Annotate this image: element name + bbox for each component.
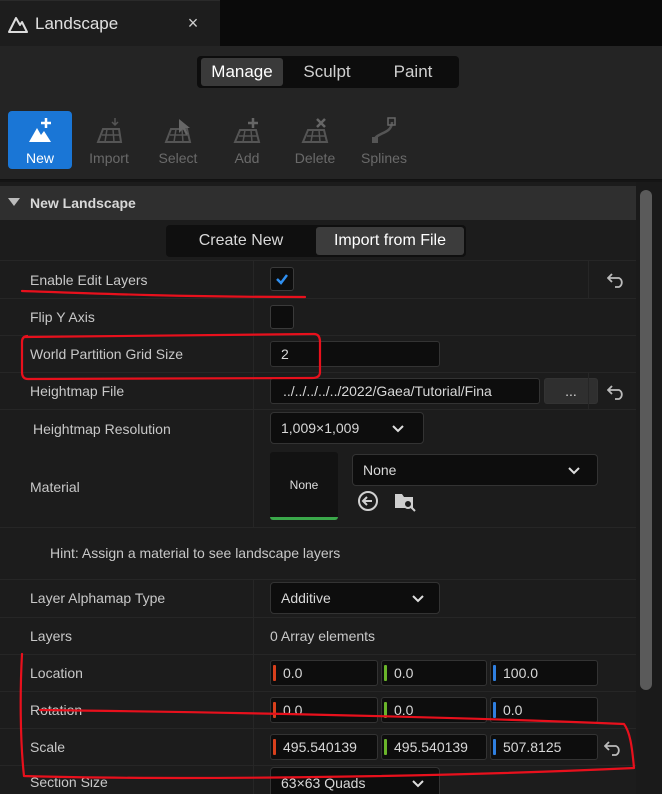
reset-heightmap-file[interactable] xyxy=(588,373,636,409)
enable-edit-layers-checkbox[interactable] xyxy=(270,267,294,291)
chevron-down-icon xyxy=(392,425,404,433)
tool-splines[interactable]: Splines xyxy=(352,111,416,169)
mode-paint[interactable]: Paint xyxy=(371,58,455,86)
scale-z-input[interactable]: 507.8125 xyxy=(490,734,598,760)
location-z-input[interactable]: 100.0 xyxy=(490,660,598,686)
layer-alphamap-type-dropdown[interactable]: Additive xyxy=(270,582,440,614)
reset-arrow-icon xyxy=(604,741,620,756)
source-toggle: Create New Import from File xyxy=(166,225,466,257)
reset-arrow-icon xyxy=(607,273,623,288)
row-section-size: Section Size 63×63 Quads xyxy=(0,765,636,794)
heightmap-resolution-value: 1,009×1,009 xyxy=(281,420,360,436)
material-value: None xyxy=(363,462,397,478)
create-new-button[interactable]: Create New xyxy=(168,227,314,255)
heightmap-file-path-input[interactable]: ../../../../../2022/Gaea/Tutorial/Fina xyxy=(270,378,540,404)
tool-import[interactable]: Import xyxy=(77,111,141,169)
enable-edit-layers-label: Enable Edit Layers xyxy=(30,272,148,288)
row-location: Location 0.0 0.0 100.0 xyxy=(0,654,636,691)
tool-new-label: New xyxy=(25,150,54,166)
world-partition-grid-size-input[interactable]: 2 xyxy=(270,341,440,367)
row-rotation: Rotation 0.0 0.0 0.0 xyxy=(0,691,636,728)
location-x-input[interactable]: 0.0 xyxy=(270,660,378,686)
mode-selector: Manage Sculpt Paint xyxy=(197,56,459,88)
rotation-z-input[interactable]: 0.0 xyxy=(490,697,598,723)
browse-asset-icon[interactable] xyxy=(393,489,417,513)
reset-enable-edit-layers[interactable] xyxy=(588,261,636,298)
use-selected-asset-icon[interactable] xyxy=(357,490,379,512)
new-landscape-panel: New Landscape Create New Import from Fil… xyxy=(0,182,636,794)
import-icon xyxy=(96,118,123,143)
chevron-down-icon xyxy=(568,467,580,475)
section-title: New Landscape xyxy=(30,195,136,211)
scale-label: Scale xyxy=(30,739,66,755)
location-y-input[interactable]: 0.0 xyxy=(381,660,487,686)
tool-select-label: Select xyxy=(158,150,198,166)
row-flip-y-axis: Flip Y Axis xyxy=(0,298,636,335)
landscape-mode-icon xyxy=(8,17,28,33)
flip-y-axis-checkbox[interactable] xyxy=(270,305,294,329)
collapse-arrow-icon[interactable] xyxy=(8,198,20,206)
section-size-dropdown[interactable]: 63×63 Quads xyxy=(270,767,440,794)
details-scrollbar[interactable] xyxy=(636,182,662,794)
material-label: Material xyxy=(30,479,80,495)
reset-scale[interactable] xyxy=(588,729,636,765)
heightmap-file-label: Heightmap File xyxy=(30,383,125,399)
layer-alphamap-type-label: Layer Alphamap Type xyxy=(30,590,166,606)
add-icon xyxy=(233,118,261,143)
tool-delete[interactable]: Delete xyxy=(283,111,347,169)
row-heightmap-resolution: Heightmap Resolution 1,009×1,009 xyxy=(0,409,636,451)
row-hint: Hint: Assign a material to see landscape… xyxy=(0,527,636,579)
layers-label: Layers xyxy=(30,628,73,644)
mode-sculpt[interactable]: Sculpt xyxy=(285,58,369,86)
splines-icon xyxy=(372,117,396,143)
rotation-x-input[interactable]: 0.0 xyxy=(270,697,378,723)
row-scale: Scale 495.540139 495.540139 507.8125 xyxy=(0,728,636,765)
reset-arrow-icon xyxy=(607,385,623,400)
tab-title: Landscape xyxy=(35,14,119,33)
delete-icon xyxy=(301,118,329,143)
material-hint-text: Hint: Assign a material to see landscape… xyxy=(50,545,341,561)
close-icon[interactable]: × xyxy=(185,13,201,33)
layer-alphamap-type-value: Additive xyxy=(281,590,331,606)
chevron-down-icon xyxy=(412,595,424,603)
checkmark-icon xyxy=(276,274,288,285)
section-size-value: 63×63 Quads xyxy=(281,775,366,791)
mode-manage[interactable]: Manage xyxy=(201,58,283,86)
new-landscape-icon xyxy=(29,118,51,142)
import-from-file-button[interactable]: Import from File xyxy=(316,227,464,255)
section-header-new-landscape[interactable]: New Landscape xyxy=(0,186,636,220)
tool-add[interactable]: Add xyxy=(215,111,279,169)
tab-landscape[interactable]: Landscape × xyxy=(0,0,220,46)
rotation-label: Rotation xyxy=(30,702,83,718)
tool-select[interactable]: Select xyxy=(146,111,210,169)
tool-splines-label: Splines xyxy=(361,150,407,166)
title-bar: Landscape × xyxy=(0,0,662,46)
location-label: Location xyxy=(30,665,83,681)
tool-add-label: Add xyxy=(234,150,260,166)
scale-x-input[interactable]: 495.540139 xyxy=(270,734,378,760)
row-layers: Layers 0 Array elements xyxy=(0,617,636,654)
row-world-partition-grid-size: World Partition Grid Size 2 xyxy=(0,335,636,372)
scale-y-input[interactable]: 495.540139 xyxy=(381,734,487,760)
rotation-y-input[interactable]: 0.0 xyxy=(381,697,487,723)
layers-count: 0 Array elements xyxy=(270,628,376,644)
row-layer-alphamap-type: Layer Alphamap Type Additive xyxy=(0,579,636,617)
mode-bar: Manage Sculpt Paint xyxy=(0,46,662,102)
tool-new[interactable]: New xyxy=(8,111,72,169)
heightmap-resolution-label: Heightmap Resolution xyxy=(33,421,171,437)
tool-delete-label: Delete xyxy=(294,150,336,166)
material-dropdown[interactable]: None xyxy=(352,454,598,486)
flip-y-axis-label: Flip Y Axis xyxy=(30,309,95,325)
tool-bar: New Import Select Add Delete Splines xyxy=(0,102,662,180)
select-icon xyxy=(164,119,192,143)
row-heightmap-file: Heightmap File ../../../../../2022/Gaea/… xyxy=(0,372,636,409)
material-thumbnail[interactable]: None xyxy=(270,452,338,520)
section-size-label: Section Size xyxy=(30,774,108,790)
tool-import-label: Import xyxy=(89,150,129,166)
scrollbar-thumb[interactable] xyxy=(640,190,652,690)
row-enable-edit-layers: Enable Edit Layers xyxy=(0,260,636,298)
chevron-down-icon xyxy=(412,780,424,788)
world-partition-grid-size-label: World Partition Grid Size xyxy=(30,346,184,362)
heightmap-resolution-dropdown[interactable]: 1,009×1,009 xyxy=(270,412,424,444)
